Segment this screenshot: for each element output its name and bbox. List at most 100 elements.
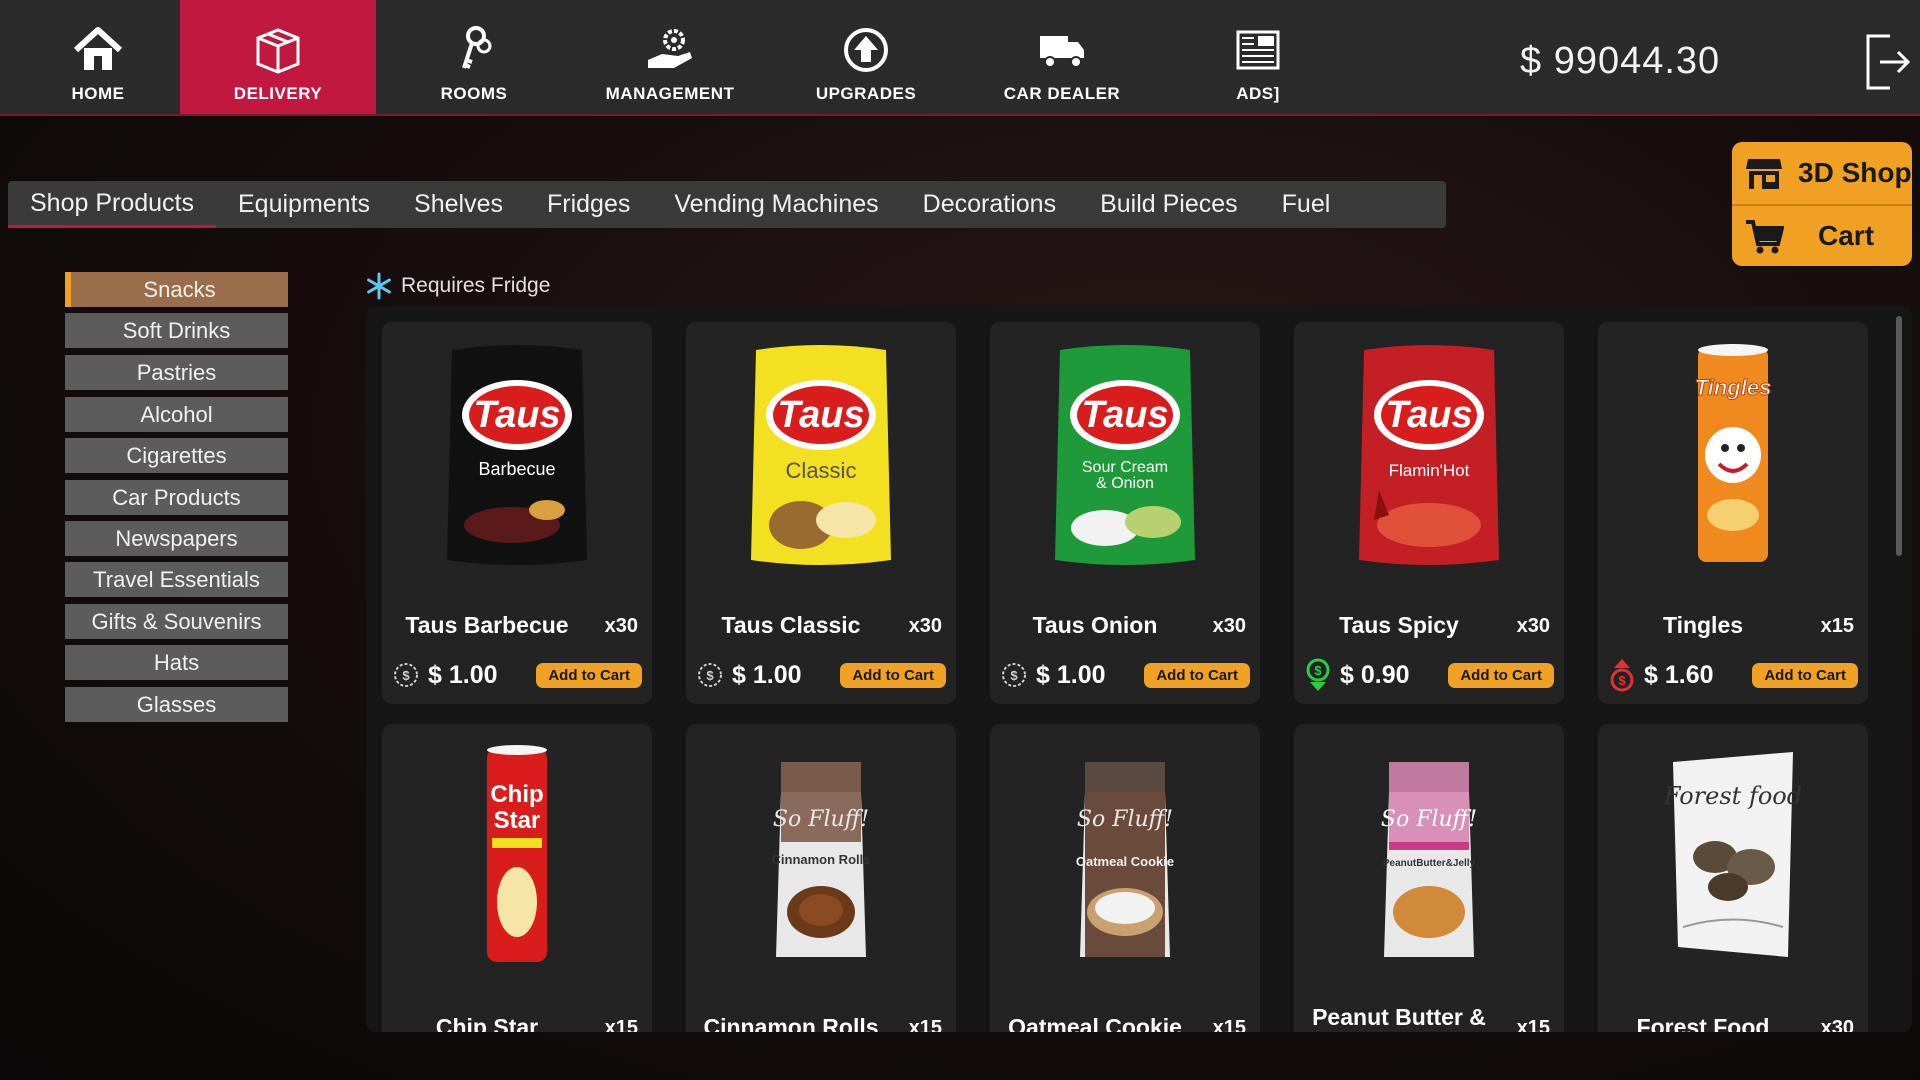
product-card-taus-barbecue[interactable]: Taus Barbecue Taus Barbecue x30 $ $ 1.00… [382,322,652,704]
tab-decorations[interactable]: Decorations [901,181,1078,228]
category-car-products[interactable]: Car Products [65,480,288,515]
tab-shop-products[interactable]: Shop Products [8,181,216,228]
3d-shop-label: 3D Shop [1798,157,1912,188]
product-quantity: x15 [1212,1017,1246,1032]
nav-car-dealer[interactable]: CAR DEALER [964,0,1160,114]
product-quantity: x15 [1516,1017,1550,1032]
svg-text:$: $ [402,668,410,683]
tab-shelves[interactable]: Shelves [392,181,525,228]
product-card-cinnamon-rolls[interactable]: So Fluff! Cinnamon Rolls Cinnamon Rolls … [686,724,956,1032]
dollar-coin-icon: $ [1002,663,1026,687]
price-row: $ $ 1.00 Add to Cart [1000,658,1250,692]
svg-text:$: $ [1314,663,1322,678]
price-row: $ $ 0.90 Add to Cart [1304,658,1554,692]
top-navigation-bar: HOME DELIVERY ROOMS MANAGEMENT UPGRADES [0,0,1920,116]
svg-text:Cinnamon Rolls: Cinnamon Rolls [772,852,871,867]
product-image: Taus Sour Cream & Onion [990,340,1260,570]
nav-rooms[interactable]: ROOMS [376,0,572,114]
category-gifts-souvenirs[interactable]: Gifts & Souvenirs [65,604,288,639]
product-card-taus-spicy[interactable]: Taus Flamin'Hot Taus Spicy x30 $ $ 0.90 … [1294,322,1564,704]
product-grid: Taus Barbecue Taus Barbecue x30 $ $ 1.00… [366,306,1912,1032]
product-card-taus-classic[interactable]: Taus Classic Taus Classic x30 $ $ 1.00 A… [686,322,956,704]
tab-equipments[interactable]: Equipments [216,181,392,228]
svg-text:So Fluff!: So Fluff! [1077,807,1173,832]
product-card-tingles[interactable]: Tingles Tingles x15 $ $ 1.60 Add to Cart [1598,322,1868,704]
category-alcohol[interactable]: Alcohol [65,397,288,432]
nav-management[interactable]: MANAGEMENT [572,0,768,114]
svg-text:Taus: Taus [473,394,560,436]
svg-text:Star: Star [494,807,541,834]
3d-shop-button[interactable]: 3D Shop [1732,142,1912,204]
product-price: $ 1.00 [732,660,802,689]
shop-cart-panel: 3D Shop Cart [1732,142,1912,266]
category-glasses[interactable]: Glasses [65,687,288,722]
add-to-cart-button[interactable]: Add to Cart [1144,662,1250,688]
cart-icon [1746,220,1784,254]
upgrade-icon [844,28,888,72]
nav-management-label: MANAGEMENT [605,84,735,103]
product-name: Taus Spicy [1339,612,1459,638]
svg-text:Taus: Taus [1385,394,1472,436]
home-icon [73,27,123,70]
nav-upgrades[interactable]: UPGRADES [768,0,964,114]
tab-vending-machines[interactable]: Vending Machines [652,181,900,228]
svg-text:Oatmeal Cookie: Oatmeal Cookie [1076,854,1174,869]
requires-fridge-label: Requires Fridge [401,274,551,297]
product-card-oatmeal-cookie[interactable]: So Fluff! Oatmeal Cookie Oatmeal Cookie … [990,724,1260,1032]
requires-fridge-legend: Requires Fridge [365,272,550,300]
svg-text:So Fluff!: So Fluff! [1381,807,1477,832]
svg-text:$: $ [706,668,714,683]
add-to-cart-button[interactable]: Add to Cart [536,662,642,688]
svg-text:Chip: Chip [490,781,543,808]
product-name: Taus Classic [721,612,861,638]
keys-icon [462,26,492,69]
product-card-chip-star[interactable]: Chip Star Chip Star x15 [382,724,652,1032]
cart-button[interactable]: Cart [1732,204,1912,266]
product-price: $ 0.90 [1340,660,1410,689]
box-icon [256,28,300,74]
add-to-cart-button[interactable]: Add to Cart [1448,662,1554,688]
category-soft-drinks[interactable]: Soft Drinks [65,313,288,348]
product-card-forest-food[interactable]: Forest food Forest Food x30 [1598,724,1868,1032]
add-to-cart-button[interactable]: Add to Cart [840,662,946,688]
svg-text:$: $ [1010,668,1018,683]
category-hats[interactable]: Hats [65,645,288,680]
svg-text:Classic: Classic [786,458,857,483]
category-pastries[interactable]: Pastries [65,355,288,390]
product-image: Taus Classic [686,340,956,570]
truck-icon [1040,36,1084,68]
nav-ads-label: ADS] [1236,84,1280,103]
category-newspapers[interactable]: Newspapers [65,521,288,556]
exit-icon[interactable] [1862,32,1912,92]
product-grid-scrollbar[interactable] [1896,316,1902,556]
add-to-cart-button[interactable]: Add to Cart [1752,662,1858,688]
category-snacks[interactable]: Snacks [65,272,288,307]
price-row: $ $ 1.60 Add to Cart [1608,658,1858,692]
nav-ads[interactable]: ADS] [1160,0,1356,114]
price-row: $ $ 1.00 Add to Cart [392,658,642,692]
tab-fuel[interactable]: Fuel [1260,181,1353,228]
nav-delivery-label: DELIVERY [233,84,323,103]
price-row: $ $ 1.00 Add to Cart [696,658,946,692]
snowflake-icon [367,272,391,300]
product-image: Taus Flamin'Hot [1294,340,1564,570]
price-up-icon: $ [1610,659,1634,692]
product-name: Oatmeal Cookie [1008,1014,1182,1032]
nav-delivery[interactable]: DELIVERY [180,0,376,114]
svg-text:Forest food: Forest food [1663,782,1802,810]
product-price: $ 1.00 [428,660,498,689]
category-travel-essentials[interactable]: Travel Essentials [65,562,288,597]
nav-upgrades-label: UPGRADES [815,84,917,103]
category-cigarettes[interactable]: Cigarettes [65,438,288,473]
nav-home[interactable]: HOME [0,0,196,114]
tab-fridges[interactable]: Fridges [525,181,652,228]
product-quantity: x30 [1212,615,1246,637]
product-card-peanut-butter[interactable]: So Fluff! PeanutButter&Jelly Peanut Butt… [1294,724,1564,1032]
product-quantity: x30 [604,615,638,637]
product-image: Taus Barbecue [382,340,652,570]
product-name: Tingles [1662,612,1744,638]
product-image: So Fluff! Cinnamon Rolls [686,742,956,972]
tab-build-pieces[interactable]: Build Pieces [1078,181,1260,228]
shop-tabs: Shop Products Equipments Shelves Fridges… [8,181,1446,228]
product-card-taus-onion[interactable]: Taus Sour Cream & Onion Taus Onion x30 $… [990,322,1260,704]
